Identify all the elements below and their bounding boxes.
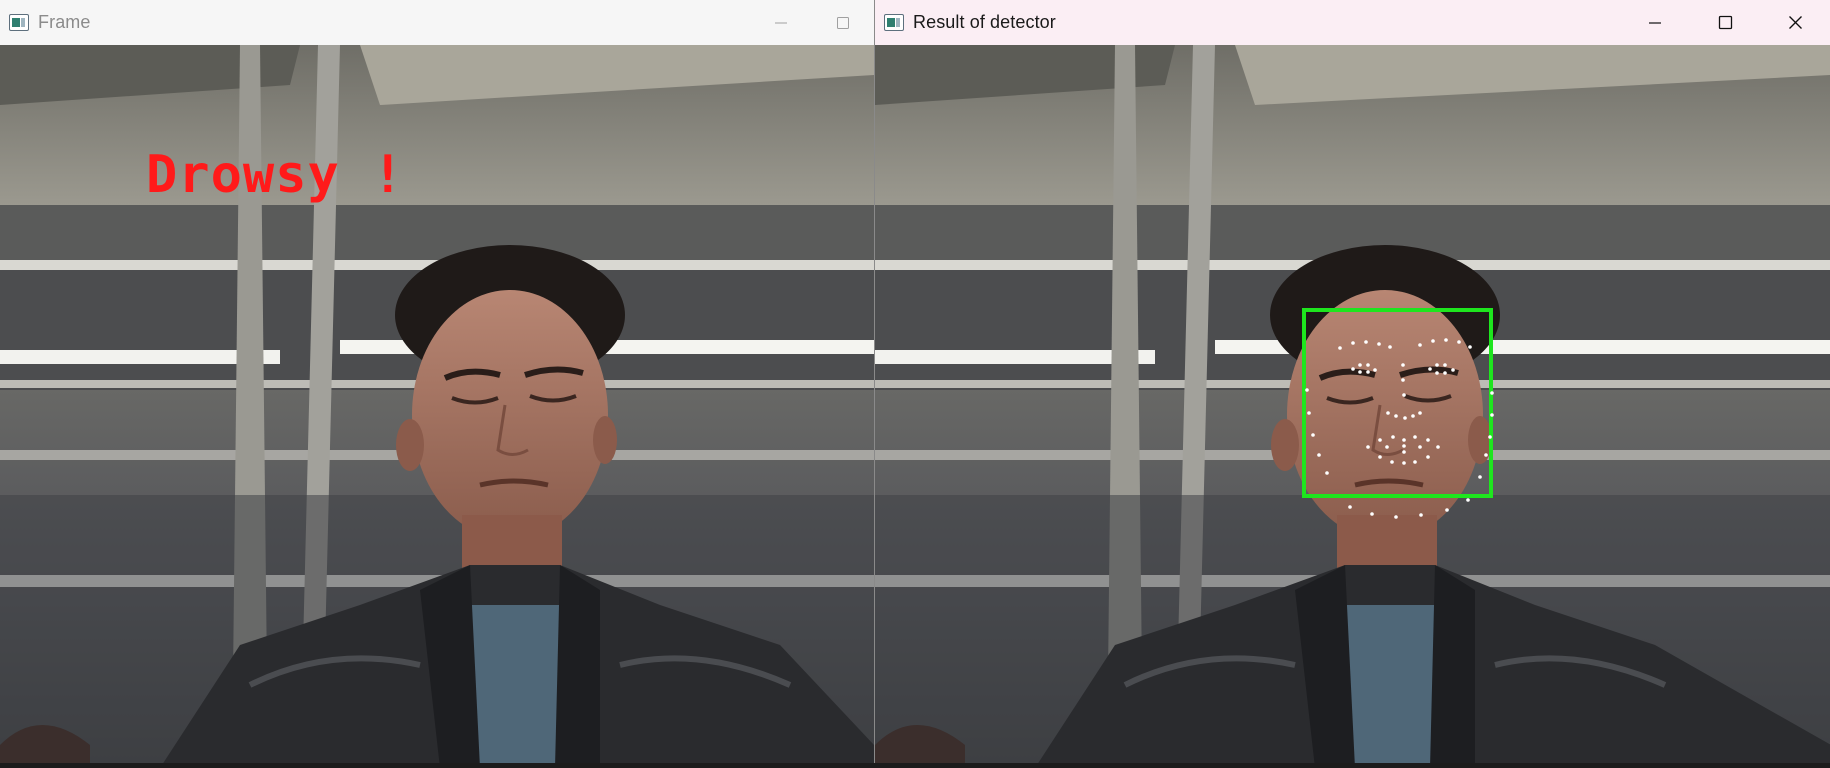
detector-titlebar[interactable]: Result of detector (875, 0, 1830, 45)
camera-image (0, 45, 874, 768)
minimize-button[interactable] (1620, 0, 1690, 45)
window-controls (1620, 0, 1830, 45)
detector-window: Result of detector (874, 0, 1830, 768)
window-title: Result of detector (913, 12, 1056, 32)
minimize-icon (775, 22, 787, 23)
detector-result-view (875, 45, 1830, 768)
window-controls (750, 0, 874, 45)
window-title: Frame (38, 12, 91, 32)
maximize-button[interactable] (1690, 0, 1760, 45)
minimize-button[interactable] (750, 0, 812, 45)
close-button[interactable] (1760, 0, 1830, 45)
maximize-icon (1718, 15, 1732, 30)
taskbar-edge (0, 763, 1830, 768)
app-window-icon (884, 14, 904, 31)
close-icon (1788, 16, 1802, 29)
frame-titlebar[interactable]: Frame (0, 0, 874, 45)
frame-window: Frame Drowsy ! (0, 0, 874, 768)
maximize-icon (837, 16, 849, 29)
detector-image (875, 45, 1830, 768)
drowsy-alert-text: Drowsy ! (146, 145, 405, 205)
maximize-button[interactable] (812, 0, 874, 45)
app-window-icon (9, 14, 29, 31)
camera-frame-view: Drowsy ! (0, 45, 874, 768)
minimize-icon (1649, 21, 1661, 24)
